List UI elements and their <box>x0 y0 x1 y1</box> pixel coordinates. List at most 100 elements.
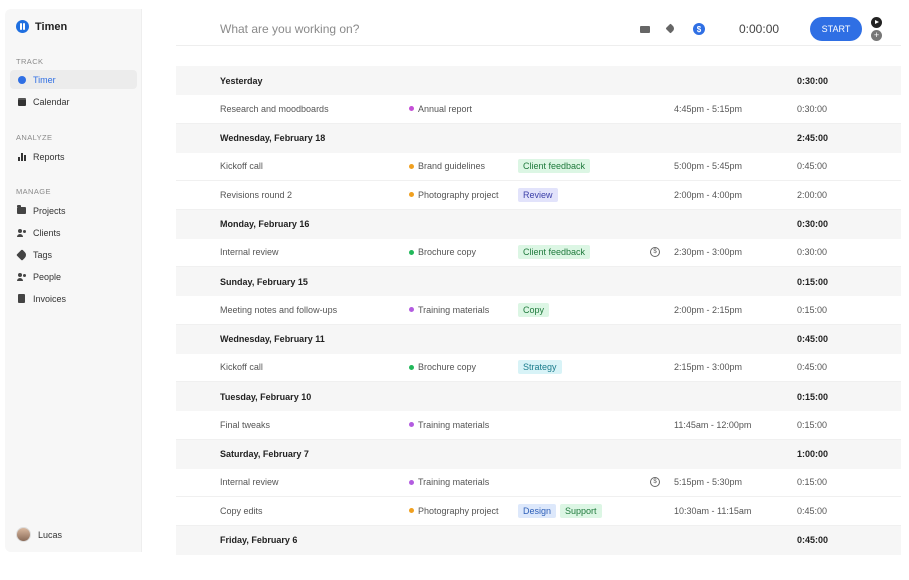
day-group-header: Wednesday, February 18 2:45:00 <box>176 123 901 153</box>
entry-project[interactable]: Brochure copy <box>409 362 476 372</box>
project-name: Photography project <box>418 505 499 516</box>
entry-duration[interactable]: 0:45:00 <box>797 362 827 372</box>
day-group-header: Monday, February 16 0:30:00 <box>176 209 901 239</box>
entry-project[interactable]: Photography project <box>409 190 499 200</box>
document-icon <box>17 294 26 303</box>
project-name: Training materials <box>418 419 490 430</box>
entry-project[interactable]: Brochure copy <box>409 247 476 257</box>
tag-badge[interactable]: Review <box>518 187 558 202</box>
project-color-dot-icon <box>409 422 414 428</box>
entry-time-range[interactable]: 10:30am - 11:15am <box>674 506 751 516</box>
entry-duration[interactable]: 0:30:00 <box>797 104 827 114</box>
calendar-icon <box>17 97 26 106</box>
entry-duration[interactable]: 0:45:00 <box>797 161 827 171</box>
sidebar-item-invoices[interactable]: Invoices <box>10 289 137 308</box>
entry-description[interactable]: Final tweaks <box>220 420 270 430</box>
plus-icon[interactable]: + <box>871 30 882 41</box>
time-entry-row[interactable]: Kickoff call Brand guidelines Client feedb… <box>176 152 901 181</box>
project-name: Brochure copy <box>418 362 477 373</box>
tag-badge[interactable]: Copy <box>518 302 550 317</box>
entry-description[interactable]: Internal review <box>220 247 279 257</box>
time-entry-row[interactable]: Internal review Brochure copy Client feedb… <box>176 238 901 267</box>
entry-tags: Copy <box>518 302 550 317</box>
sidebar-item-label: Invoices <box>33 293 67 304</box>
entry-tags: Design Support <box>518 503 602 518</box>
group-date: Saturday, February 7 <box>220 449 309 459</box>
entry-duration[interactable]: 0:15:00 <box>797 477 827 487</box>
folder-icon <box>17 205 26 215</box>
entry-description[interactable]: Internal review <box>220 477 279 487</box>
entry-project[interactable]: Training materials <box>409 420 489 430</box>
sidebar-item-label: People <box>33 271 62 282</box>
folder-icon[interactable] <box>640 24 651 35</box>
project-color-dot-icon <box>409 163 414 169</box>
tag-badge[interactable]: Support <box>560 503 602 518</box>
entry-time-range[interactable]: 2:00pm - 2:15pm <box>674 305 742 315</box>
group-total: 0:45:00 <box>797 334 829 344</box>
play-icon[interactable] <box>871 17 882 28</box>
app-window: Timen TRACK Timer Calendar ANALYZE Repor… <box>0 0 909 580</box>
entry-project[interactable]: Training materials <box>409 477 489 487</box>
non-billable-icon[interactable]: $ <box>650 247 660 258</box>
entry-description[interactable]: Copy edits <box>220 506 263 516</box>
time-entry-row[interactable]: Meeting notes and follow-ups Training mat… <box>176 296 901 325</box>
group-total: 0:15:00 <box>797 276 829 287</box>
tag-badge[interactable]: Design <box>518 503 557 518</box>
sidebar-item-clients[interactable]: Clients <box>10 223 137 242</box>
entry-time-range[interactable]: 5:00pm - 5:45pm <box>674 161 742 171</box>
group-date: Wednesday, February 11 <box>220 334 325 344</box>
group-total: 1:00:00 <box>797 449 829 459</box>
entry-time-range[interactable]: 11:45am - 12:00pm <box>674 420 751 430</box>
sidebar-item-projects[interactable]: Projects <box>10 201 137 220</box>
entry-time-range[interactable]: 4:45pm - 5:15pm <box>674 104 742 114</box>
tag-badge[interactable]: Strategy <box>518 360 562 375</box>
group-total: 0:45:00 <box>797 535 829 545</box>
entry-project[interactable]: Photography project <box>409 506 499 516</box>
entry-time-range[interactable]: 2:30pm - 3:00pm <box>674 247 742 257</box>
entry-time-range[interactable]: 5:15pm - 5:30pm <box>674 477 742 487</box>
time-entry-row[interactable]: Copy edits Photography project Design Suppo… <box>176 497 901 526</box>
entry-duration[interactable]: 0:15:00 <box>797 420 827 430</box>
task-description-input[interactable] <box>220 17 600 41</box>
entry-description[interactable]: Research and moodboards <box>220 104 329 114</box>
time-entry-row[interactable]: Revisions round 2 Photography project Revi… <box>176 181 901 210</box>
tag-badge[interactable]: Client feedback <box>518 245 591 260</box>
sidebar-item-reports[interactable]: Reports <box>10 147 137 166</box>
entry-description[interactable]: Revisions round 2 <box>220 190 292 200</box>
entry-duration[interactable]: 0:15:00 <box>797 305 827 315</box>
entry-description[interactable]: Kickoff call <box>220 161 263 171</box>
entry-time-range[interactable]: 2:00pm - 4:00pm <box>674 190 742 200</box>
time-entry-row[interactable]: Research and moodboards Annual report 4:45… <box>176 95 901 124</box>
entry-duration[interactable]: 0:30:00 <box>797 247 827 257</box>
entry-tags: Client feedback <box>518 245 591 260</box>
time-entry-row[interactable]: Kickoff call Brochure copy Strategy 2:15pm … <box>176 353 901 382</box>
billable-dollar-icon[interactable]: $ <box>693 23 705 35</box>
tag-badge[interactable]: Client feedback <box>518 159 591 174</box>
entry-time-range[interactable]: 2:15pm - 3:00pm <box>674 362 742 372</box>
day-group-header: Yesterday 0:30:00 <box>176 66 901 95</box>
tag-icon <box>15 248 28 261</box>
entry-project[interactable]: Annual report <box>409 104 472 114</box>
time-entry-row[interactable]: Internal review Training materials $5:15pm… <box>176 468 901 497</box>
sidebar-item-label: Clients <box>33 227 61 238</box>
entry-description[interactable]: Meeting notes and follow-ups <box>220 305 337 315</box>
brand[interactable]: Timen <box>16 20 67 33</box>
non-billable-icon[interactable]: $ <box>650 477 660 488</box>
sidebar-item-label: Calendar <box>33 96 70 107</box>
sidebar-item-tags[interactable]: Tags <box>10 245 137 264</box>
entry-project[interactable]: Brand guidelines <box>409 161 485 171</box>
sidebar-item-timer[interactable]: Timer <box>10 70 137 89</box>
sidebar-item-calendar[interactable]: Calendar <box>10 92 137 111</box>
entry-description[interactable]: Kickoff call <box>220 362 263 372</box>
user-profile[interactable]: Lucas <box>16 527 62 542</box>
start-button[interactable]: START <box>810 17 862 41</box>
entry-duration[interactable]: 0:45:00 <box>797 506 827 516</box>
tag-icon[interactable] <box>666 24 677 35</box>
entry-project[interactable]: Training materials <box>409 305 489 315</box>
group-date: Monday, February 16 <box>220 219 310 229</box>
section-label-manage: MANAGE <box>16 187 51 196</box>
entry-duration[interactable]: 2:00:00 <box>797 190 827 200</box>
time-entry-row[interactable]: Final tweaks Training materials 11:45am - … <box>176 411 901 440</box>
project-name: Photography project <box>418 189 499 200</box>
sidebar-item-people[interactable]: People <box>10 267 137 286</box>
